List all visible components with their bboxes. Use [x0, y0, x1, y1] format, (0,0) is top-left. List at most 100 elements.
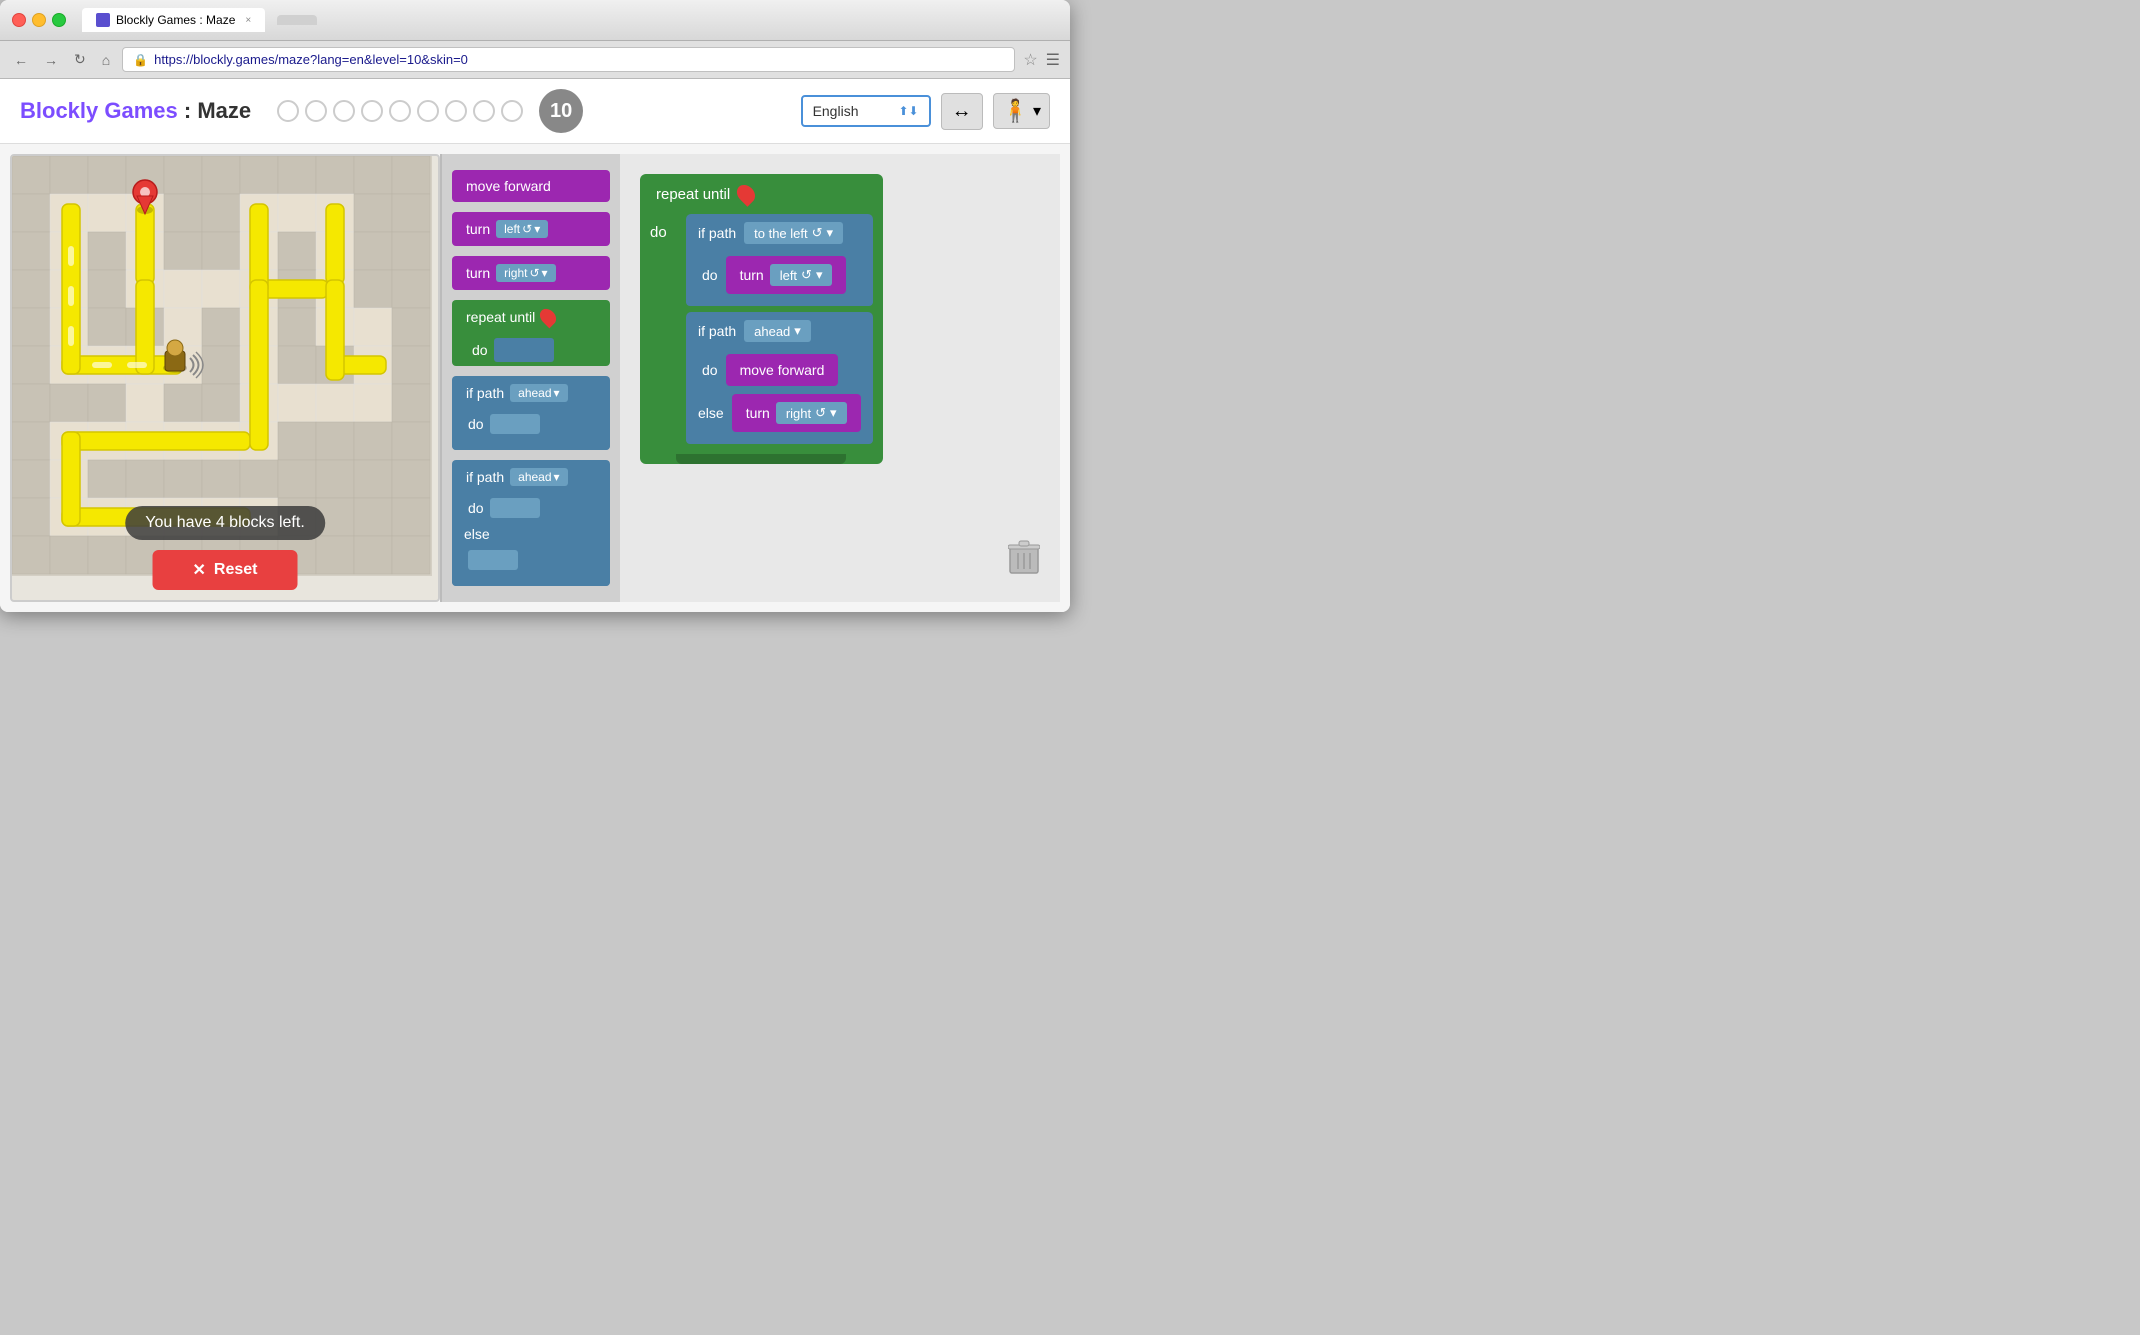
ws-repeat-body: do if path to the left ↺: [640, 214, 883, 454]
ws-turn-right-text: turn: [746, 405, 770, 421]
toolbox-turn-left[interactable]: turn left ↺ ▾: [452, 212, 610, 246]
if-label-1: if path: [466, 385, 504, 401]
url-text: https://blockly.games/maze?lang=en&level…: [154, 52, 468, 67]
ws-turn-left-text: turn: [740, 267, 764, 283]
level-dot-3[interactable]: [333, 100, 355, 122]
avatar-button[interactable]: 🧍 ▾: [993, 93, 1050, 129]
app-header: Blockly Games : Maze 10 English ⬆⬇ ↔: [0, 79, 1070, 144]
repeat-label: repeat until: [466, 309, 535, 325]
level-dot-8[interactable]: [473, 100, 495, 122]
toolbox-panel: move forward turn left ↺ ▾ turn right: [440, 154, 620, 602]
language-selector[interactable]: English ⬆⬇: [801, 95, 931, 127]
forward-button[interactable]: →: [40, 50, 62, 70]
maximize-button[interactable]: [52, 13, 66, 27]
toolbox-move-forward[interactable]: move forward: [452, 170, 610, 202]
address-bar: ← → ↻ ⌂ 🔒 https://blockly.games/maze?lan…: [0, 41, 1070, 79]
repeat-pin-icon: [537, 306, 560, 329]
toolbox-if-do[interactable]: if path ahead ▾ do: [452, 376, 610, 450]
minimize-button[interactable]: [32, 13, 46, 27]
ws-if-ahead-row: if path ahead ▾: [686, 312, 873, 350]
if-ahead-arrow-2: ▾: [554, 470, 560, 484]
ws-else-label: else: [698, 405, 724, 421]
close-button[interactable]: [12, 13, 26, 27]
tab-close-button[interactable]: ×: [245, 15, 251, 26]
level-dot-1[interactable]: [277, 100, 299, 122]
level-dot-4[interactable]: [361, 100, 383, 122]
level-dot-5[interactable]: [389, 100, 411, 122]
toolbox-turn-right[interactable]: turn right ↺ ▾: [452, 256, 610, 290]
ws-if-ahead-do-row: do move forward: [686, 350, 873, 390]
ws-turn-left-refresh-icon: ↺: [801, 267, 812, 283]
ws-turn-left-block: turn left ↺ ▾: [726, 256, 847, 294]
title-bar: Blockly Games : Maze ×: [0, 0, 1070, 41]
ws-path-left-arrow-icon: ▾: [827, 225, 834, 241]
reset-button[interactable]: ✕ Reset: [153, 550, 298, 590]
title-maze: Maze: [197, 98, 251, 123]
toolbox-repeat-until[interactable]: repeat until do: [452, 300, 610, 366]
ws-turn-left-pill[interactable]: left ↺ ▾: [770, 264, 833, 286]
ws-turn-left-dropdown-arrow: ▾: [816, 267, 823, 283]
ws-repeat-tail: [676, 454, 846, 464]
if-do-label-2: do: [468, 500, 484, 516]
ws-if-ahead-do-label: do: [702, 362, 718, 378]
language-arrow-icon: ⬆⬇: [898, 104, 918, 118]
turn-right-dropdown[interactable]: right ↺ ▾: [496, 264, 555, 282]
ws-repeat-pin-icon: [733, 181, 758, 206]
ws-if-ahead-block: if path ahead ▾ do: [686, 312, 873, 444]
turn-left-arrow-icon: ▾: [534, 222, 540, 236]
ws-turn-right-refresh-icon: ↺: [815, 405, 826, 421]
app-title: Blockly Games : Maze: [20, 98, 251, 124]
new-tab-button[interactable]: [277, 15, 317, 25]
trash-icon[interactable]: [1008, 539, 1040, 582]
menu-icon[interactable]: ☰: [1046, 50, 1060, 70]
url-bar[interactable]: 🔒 https://blockly.games/maze?lang=en&lev…: [122, 47, 1015, 72]
reset-label: Reset: [214, 561, 258, 579]
ws-repeat-header: repeat until: [640, 174, 883, 214]
level-dot-9[interactable]: [501, 100, 523, 122]
toolbox-if-do-else[interactable]: if path ahead ▾ do else: [452, 460, 610, 586]
reset-x-icon: ✕: [193, 560, 206, 580]
turn-left-refresh-icon: ↺: [522, 222, 532, 236]
back-button[interactable]: ←: [10, 50, 32, 70]
home-button[interactable]: ⌂: [98, 50, 114, 70]
level-dots: [277, 100, 523, 122]
if-ahead-arrow-1: ▾: [554, 386, 560, 400]
if-else-inner-slot: [468, 550, 518, 570]
ws-if-left-do-row: do turn left ↺ ▾: [686, 252, 873, 298]
bookmark-icon[interactable]: ☆: [1023, 50, 1037, 70]
browser-tab[interactable]: Blockly Games : Maze ×: [82, 8, 265, 32]
if-ahead-dropdown-1[interactable]: ahead ▾: [510, 384, 567, 402]
ws-move-forward-block: move forward: [726, 354, 839, 386]
ws-path-left-refresh-icon: ↺: [812, 225, 823, 241]
turn-right-text: turn: [466, 265, 490, 281]
avatar-dropdown-icon: ▾: [1033, 101, 1041, 121]
move-forward-label: move forward: [466, 178, 551, 194]
title-blockly: Blockly Games: [20, 98, 178, 123]
level-dot-6[interactable]: [417, 100, 439, 122]
if-ahead-dropdown-2[interactable]: ahead ▾: [510, 468, 567, 486]
tab-title: Blockly Games : Maze: [116, 13, 235, 27]
ws-else-row: else turn right ↺ ▾: [686, 390, 873, 436]
level-badge[interactable]: 10: [539, 89, 583, 133]
ws-ahead-pill[interactable]: ahead ▾: [744, 320, 811, 342]
workspace-panel[interactable]: repeat until do if path: [620, 154, 1060, 602]
if-inner-slot-1: [490, 414, 540, 434]
reload-button[interactable]: ↻: [70, 49, 90, 70]
tab-favicon: [96, 13, 110, 27]
ws-repeat-container: repeat until do if path: [640, 174, 883, 464]
ws-turn-right-pill[interactable]: right ↺ ▾: [776, 402, 847, 424]
level-dot-7[interactable]: [445, 100, 467, 122]
link-button[interactable]: ↔: [941, 93, 983, 130]
ws-if-left-bottom: [686, 298, 873, 306]
if-label-2: if path: [466, 469, 504, 485]
language-label: English: [813, 103, 859, 119]
ssl-icon: 🔒: [133, 53, 148, 67]
main-content: You have 4 blocks left. ✕ Reset move for…: [0, 144, 1070, 612]
turn-left-dropdown[interactable]: left ↺ ▾: [496, 220, 548, 238]
ws-if-left-block: if path to the left ↺ ▾ do: [686, 214, 873, 306]
level-dot-2[interactable]: [305, 100, 327, 122]
turn-label: turn: [466, 221, 490, 237]
ws-path-left-pill[interactable]: to the left ↺ ▾: [744, 222, 843, 244]
ws-repeat-label: repeat until: [656, 186, 730, 203]
ws-if-left-row: if path to the left ↺ ▾: [686, 214, 873, 252]
